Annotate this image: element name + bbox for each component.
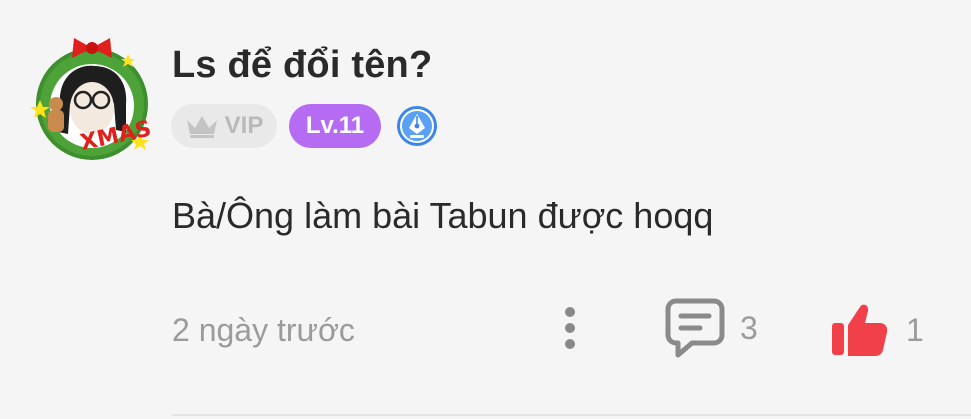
timestamp: 2 ngày trước [172, 312, 355, 348]
vip-label: VIP [224, 112, 264, 139]
like-count: 1 [906, 311, 924, 348]
comment-text: Bà/Ông làm bài Tabun được hoqq [172, 195, 714, 236]
comment-card: XMAS Ls để đổi tên? VIP Lv.11 Bà/Ông làm… [0, 0, 971, 419]
more-vertical-icon[interactable] [556, 306, 584, 350]
vip-badge[interactable]: VIP [171, 104, 277, 148]
reply-count: 3 [740, 309, 758, 346]
reply-button[interactable]: 3 [664, 296, 758, 360]
comment-icon [665, 298, 725, 358]
user-badges: VIP Lv.11 [171, 104, 439, 148]
thumbs-up-icon [832, 304, 888, 356]
username[interactable]: Ls để đổi tên? [172, 44, 432, 87]
avatar[interactable]: XMAS [30, 34, 154, 166]
divider [172, 414, 971, 416]
like-button[interactable]: 1 [830, 298, 924, 362]
level-badge[interactable]: Lv.11 [289, 104, 381, 148]
crown-icon [186, 116, 217, 138]
pen-nib-icon[interactable] [395, 104, 439, 148]
